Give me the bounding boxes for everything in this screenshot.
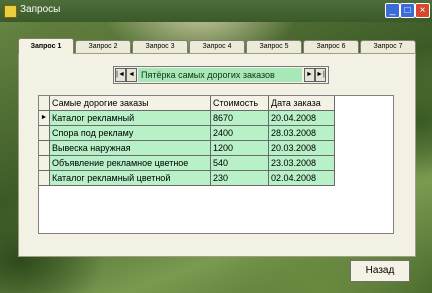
window-title: Запросы	[20, 4, 61, 15]
record-navigator: |◄ ◄ Пятёрка самых дорогих заказов ► ►|	[113, 66, 329, 84]
prev-record-button[interactable]: ◄	[126, 68, 137, 82]
tab-query-4[interactable]: Запрос 4	[189, 40, 245, 53]
navigator-caption: Пятёрка самых дорогих заказов	[138, 68, 302, 82]
tab-query-7[interactable]: Запрос 7	[360, 40, 416, 53]
results-grid[interactable]: Самые дорогие заказы Стоимость Дата зака…	[38, 95, 394, 234]
table-cell[interactable]: 23.03.2008	[269, 156, 335, 171]
table-cell[interactable]: 02.04.2008	[269, 171, 335, 186]
window-titlebar[interactable]: Запросы _ □ ×	[0, 0, 432, 22]
table-cell[interactable]: 28.03.2008	[269, 126, 335, 141]
table-cell[interactable]: Объявление рекламное цветное	[50, 156, 211, 171]
tab-query-1[interactable]: Запрос 1	[18, 38, 74, 54]
row-selector[interactable]	[39, 156, 50, 171]
tab-query-6[interactable]: Запрос 6	[303, 40, 359, 53]
header-corner	[39, 96, 50, 111]
close-button[interactable]: ×	[415, 3, 430, 18]
tab-query-3[interactable]: Запрос 3	[132, 40, 188, 53]
table-cell[interactable]: Вывеска наружная	[50, 141, 211, 156]
last-record-button[interactable]: ►|	[315, 68, 326, 82]
next-record-button[interactable]: ►	[304, 68, 315, 82]
row-selector[interactable]: ►	[39, 111, 50, 126]
table-cell[interactable]: 1200	[211, 141, 269, 156]
table-cell[interactable]: Каталог рекламный цветной	[50, 171, 211, 186]
table-cell[interactable]: 8670	[211, 111, 269, 126]
tab-query-2[interactable]: Запрос 2	[75, 40, 131, 53]
back-button[interactable]: Назад	[350, 260, 410, 282]
table-cell[interactable]: 2400	[211, 126, 269, 141]
table-cell[interactable]: Спора под рекламу	[50, 126, 211, 141]
tab-query-5[interactable]: Запрос 5	[246, 40, 302, 53]
column-header-orders[interactable]: Самые дорогие заказы	[50, 96, 211, 111]
table-cell[interactable]: 230	[211, 171, 269, 186]
maximize-button[interactable]: □	[400, 3, 415, 18]
table-cell[interactable]: 20.04.2008	[269, 111, 335, 126]
row-selector[interactable]	[39, 141, 50, 156]
row-selector[interactable]	[39, 126, 50, 141]
table-cell[interactable]: 20.03.2008	[269, 141, 335, 156]
first-record-button[interactable]: |◄	[115, 68, 126, 82]
column-header-date[interactable]: Дата заказа	[269, 96, 335, 111]
table-cell[interactable]: 540	[211, 156, 269, 171]
row-selector[interactable]	[39, 171, 50, 186]
minimize-button[interactable]: _	[385, 3, 400, 18]
tab-strip: Запрос 1 Запрос 2 Запрос 3 Запрос 4 Запр…	[18, 38, 416, 54]
table-cell[interactable]: Каталог рекламный	[50, 111, 211, 126]
column-header-cost[interactable]: Стоимость	[211, 96, 269, 111]
app-icon	[4, 5, 17, 18]
